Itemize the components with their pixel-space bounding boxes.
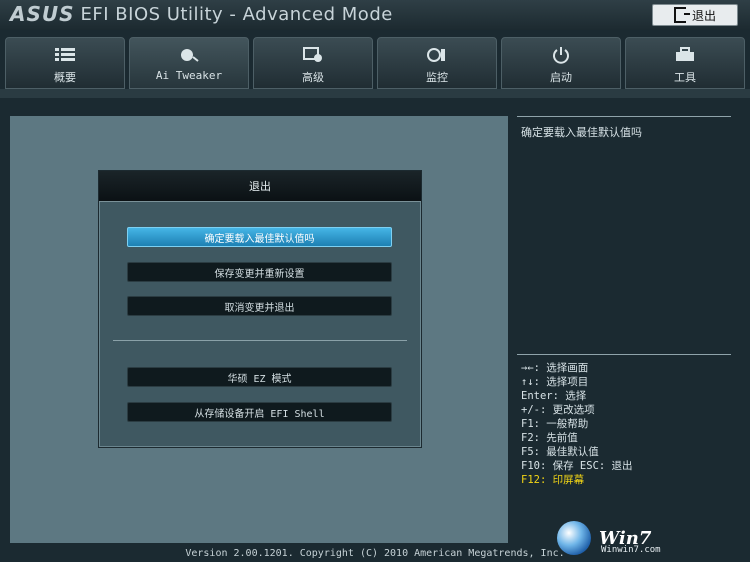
right-panel-top-divider: [517, 116, 731, 117]
hotkey-line: F1: 一般帮助: [521, 418, 589, 430]
tab-label: 监控: [426, 71, 448, 84]
tab-tools[interactable]: 工具: [625, 37, 745, 89]
tab-boot[interactable]: 启动: [501, 37, 621, 89]
hotkey-line: Enter: 选择: [521, 390, 587, 402]
watermark: Win7 Winwin7.com: [557, 519, 742, 557]
item-description: 确定要载入最佳默认值吗: [521, 126, 642, 139]
save-and-reset-button[interactable]: 保存变更并重新设置: [127, 262, 392, 282]
exit-door-icon: [673, 7, 690, 23]
hotkey-line: F2: 先前值: [521, 432, 578, 444]
load-defaults-button[interactable]: 确定要载入最佳默认值吗: [127, 227, 392, 247]
hotkey-line: F5: 最佳默认值: [521, 446, 599, 458]
windows-logo-icon: [557, 521, 591, 555]
dialog-title: 退出: [99, 171, 421, 202]
tab-underline-strip: [0, 89, 750, 98]
advanced-icon: [302, 46, 324, 64]
exit-button-label: 退出: [691, 8, 716, 23]
tab-ai-tweaker[interactable]: Ai Tweaker: [129, 37, 249, 89]
tab-label: 高级: [302, 71, 324, 84]
tab-label: 概要: [54, 71, 76, 84]
hotkey-line: F10: 保存 ESC: 退出: [521, 460, 633, 472]
tab-advanced[interactable]: 高级: [253, 37, 373, 89]
hotkey-print-screen: F12: 印屏幕: [521, 474, 585, 486]
toolbox-icon: [674, 46, 696, 64]
brand: ASUS EFI BIOS Utility - Advanced Mode: [10, 2, 393, 26]
title-bar: ASUS EFI BIOS Utility - Advanced Mode 退出: [0, 0, 750, 30]
exit-dialog: 退出 确定要载入最佳默认值吗 保存变更并重新设置 取消变更并退出 华硕 EZ 模…: [98, 170, 422, 448]
asus-logo: ASUS: [10, 2, 75, 26]
hotkey-line: →←: 选择画面: [521, 362, 589, 374]
efi-shell-button[interactable]: 从存储设备开启 EFI Shell: [127, 402, 392, 422]
ai-tweaker-icon: [178, 46, 200, 64]
main-tabs: 概要 Ai Tweaker 高级 监控 启动 工具: [5, 37, 750, 89]
hotkey-line: ↑↓: 选择项目: [521, 376, 589, 388]
watermark-site: Winwin7.com: [601, 545, 661, 555]
tab-label: Ai Tweaker: [155, 69, 223, 82]
app-title: EFI BIOS Utility - Advanced Mode: [80, 3, 393, 25]
exit-button[interactable]: 退出: [652, 4, 738, 26]
discard-and-exit-button[interactable]: 取消变更并退出: [127, 296, 392, 316]
monitor-icon: [426, 46, 448, 64]
hotkey-line: +/-: 更改选项: [521, 404, 595, 416]
ez-mode-button[interactable]: 华硕 EZ 模式: [127, 367, 392, 387]
tab-label: 启动: [550, 71, 572, 84]
tab-overview[interactable]: 概要: [5, 37, 125, 89]
tab-label: 工具: [674, 71, 696, 84]
power-icon: [550, 46, 572, 64]
tab-monitor[interactable]: 监控: [377, 37, 497, 89]
dialog-separator: [113, 340, 407, 341]
right-panel-hotkey-divider: [517, 354, 731, 355]
list-icon: [54, 46, 76, 64]
hotkey-help: →←: 选择画面 ↑↓: 选择项目 Enter: 选择 +/-: 更改选项 F1…: [521, 361, 633, 487]
